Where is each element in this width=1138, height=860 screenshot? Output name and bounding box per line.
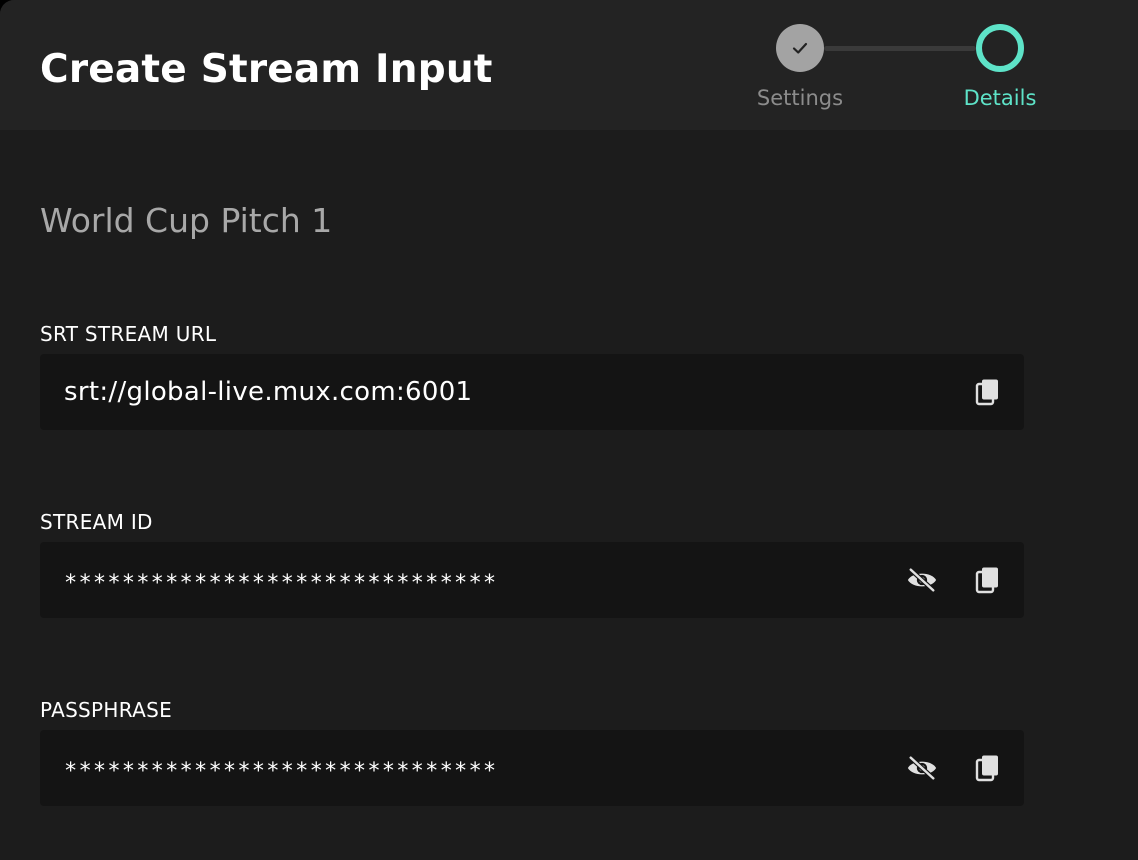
passphrase-label: PASSPHRASE — [40, 698, 173, 722]
step-details-indicator — [976, 24, 1024, 72]
step-details-label: Details — [963, 86, 1037, 110]
copy-srt-url-button[interactable] — [972, 376, 1004, 408]
copy-icon — [975, 379, 998, 406]
srt-url-value[interactable]: srt://global-live.mux.com:6001 — [64, 354, 472, 430]
copy-stream-id-button[interactable] — [972, 564, 1004, 596]
stream-id-field[interactable]: ****************************** — [40, 542, 1024, 618]
step-settings-label[interactable]: Settings — [720, 84, 880, 112]
dialog-header: Create Stream Input Settings Details — [0, 0, 1138, 130]
step-settings-indicator[interactable] — [776, 24, 824, 72]
toggle-passphrase-visibility-button[interactable] — [906, 752, 938, 784]
eye-off-icon — [907, 755, 937, 781]
progress-stepper: Settings Details — [0, 0, 1138, 130]
stream-id-value[interactable]: ****************************** — [64, 546, 497, 622]
create-stream-input-dialog: Create Stream Input Settings Details Wor… — [0, 0, 1138, 860]
passphrase-value[interactable]: ****************************** — [64, 734, 497, 810]
eye-off-icon — [907, 567, 937, 593]
stream-name-heading: World Cup Pitch 1 — [40, 201, 333, 240]
toggle-stream-id-visibility-button[interactable] — [906, 564, 938, 596]
check-icon — [792, 42, 808, 54]
stream-id-label: STREAM ID — [40, 510, 153, 534]
srt-url-label: SRT STREAM URL — [40, 322, 217, 346]
srt-url-field[interactable]: srt://global-live.mux.com:6001 — [40, 354, 1024, 430]
copy-icon — [975, 755, 998, 782]
passphrase-field[interactable]: ****************************** — [40, 730, 1024, 806]
copy-icon — [975, 567, 998, 594]
copy-passphrase-button[interactable] — [972, 752, 1004, 784]
stepper-connector-line — [824, 46, 976, 51]
